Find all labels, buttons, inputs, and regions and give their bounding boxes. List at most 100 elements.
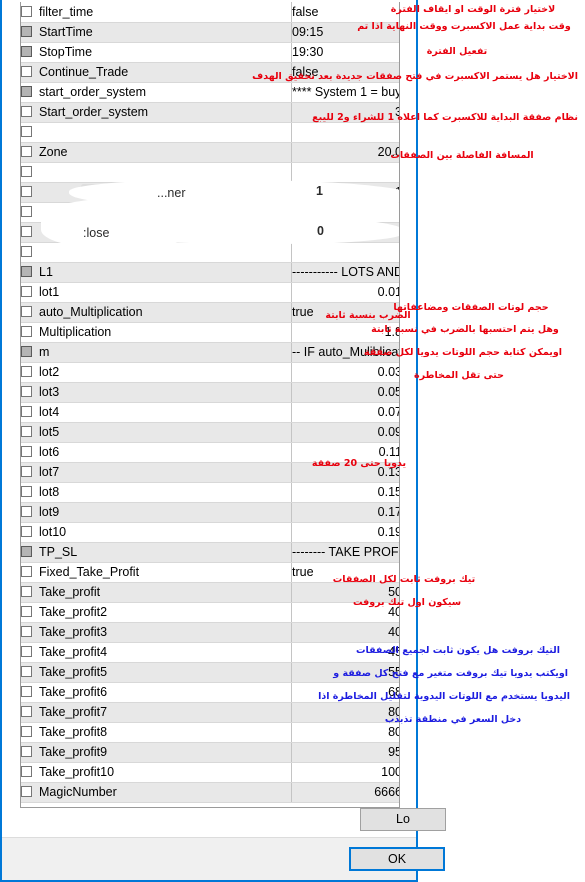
table-row[interactable]: start_order_system **** System 1 = buy , …	[21, 82, 399, 103]
table-row[interactable]: MagicNumber 6666	[21, 782, 399, 803]
checkbox-icon[interactable]	[21, 306, 32, 317]
checkbox-icon[interactable]	[21, 746, 32, 757]
checkbox-icon[interactable]	[21, 526, 32, 537]
table-row[interactable]: auto_Multiplication true	[21, 302, 399, 323]
checkbox-icon[interactable]	[21, 326, 32, 337]
table-row[interactable]: 0	[21, 222, 399, 243]
checkbox-icon[interactable]	[21, 686, 32, 697]
property-value-cell[interactable]: 40	[291, 622, 399, 643]
property-value-cell[interactable]: 6666	[291, 782, 399, 803]
checkbox-icon[interactable]	[21, 626, 32, 637]
property-value-cell[interactable]	[291, 122, 399, 143]
checkbox-icon[interactable]	[21, 446, 32, 457]
property-value-cell[interactable]: false	[291, 62, 399, 83]
table-row[interactable]: Take_profit10 100	[21, 762, 399, 783]
property-value-cell[interactable]: 100	[291, 762, 399, 783]
checkbox-icon[interactable]	[21, 726, 32, 737]
load-button[interactable]: Lo	[360, 808, 446, 831]
checkbox-icon[interactable]	[21, 466, 32, 477]
checkbox-icon[interactable]	[21, 606, 32, 617]
checkbox-icon[interactable]	[21, 286, 32, 297]
checkbox-icon[interactable]	[21, 346, 32, 357]
property-value-cell[interactable]	[291, 202, 399, 223]
property-value-cell[interactable]: 09:15	[291, 22, 399, 43]
property-value-cell[interactable]: 0.05	[291, 382, 399, 403]
property-value-cell[interactable]: true	[291, 302, 399, 323]
table-row[interactable]: lot7 0.13	[21, 462, 399, 483]
table-row[interactable]: Take_profit 50	[21, 582, 399, 603]
table-row[interactable]: TP_SL -------- TAKE PROFIT --------------	[21, 542, 399, 563]
property-value-cell[interactable]: false	[291, 2, 399, 23]
checkbox-icon[interactable]	[21, 586, 32, 597]
property-value-cell[interactable]: -- IF auto_Muliblication False --	[291, 342, 399, 363]
inputs-properties-panel[interactable]: filter_time false StartTime 09:15 StopTime 19…	[20, 2, 400, 808]
table-row[interactable]	[21, 162, 399, 183]
property-value-cell[interactable]: 0.13	[291, 462, 399, 483]
table-row[interactable]: Take_profit5 55	[21, 662, 399, 683]
table-row[interactable]: Take_profit3 40	[21, 622, 399, 643]
checkbox-icon[interactable]	[21, 166, 32, 177]
property-value-cell[interactable]: true	[291, 562, 399, 583]
property-value-cell[interactable]: 0	[291, 222, 399, 243]
checkbox-icon[interactable]	[21, 106, 32, 117]
table-row[interactable]: Take_profit7 80	[21, 702, 399, 723]
property-value-cell[interactable]: 3	[291, 102, 399, 123]
checkbox-icon[interactable]	[21, 706, 32, 717]
checkbox-icon[interactable]	[21, 146, 32, 157]
property-value-cell[interactable]: **** System 1 = buy , 2 = sell,	[291, 82, 399, 103]
checkbox-icon[interactable]	[21, 646, 32, 657]
property-value-cell[interactable]: 0.19	[291, 522, 399, 543]
checkbox-icon[interactable]	[21, 506, 32, 517]
property-value-cell[interactable]: 50	[291, 582, 399, 603]
checkbox-icon[interactable]	[21, 386, 32, 397]
table-row[interactable]: Take_profit9 95	[21, 742, 399, 763]
table-row[interactable]: Take_profit6 68	[21, 682, 399, 703]
property-value-cell[interactable]: 80	[291, 722, 399, 743]
table-row[interactable]: lot4 0.07	[21, 402, 399, 423]
checkbox-icon[interactable]	[21, 786, 32, 797]
property-value-cell[interactable]: 20.0	[291, 142, 399, 163]
checkbox-icon[interactable]	[21, 226, 32, 237]
table-row[interactable]: 1	[21, 182, 399, 203]
property-value-cell[interactable]: 0.11	[291, 442, 399, 463]
table-row[interactable]: Take_profit4 45	[21, 642, 399, 663]
table-row[interactable]: lot2 0.03	[21, 362, 399, 383]
property-value-cell[interactable]: -------- TAKE PROFIT --------------	[291, 542, 399, 563]
property-value-cell[interactable]: 0.01	[291, 282, 399, 303]
checkbox-icon[interactable]	[21, 766, 32, 777]
checkbox-icon[interactable]	[21, 86, 32, 97]
checkbox-icon[interactable]	[21, 546, 32, 557]
table-row[interactable]: lot6 0.11	[21, 442, 399, 463]
property-value-cell[interactable]: 0.09	[291, 422, 399, 443]
table-row[interactable]: m -- IF auto_Muliblication False --	[21, 342, 399, 363]
table-row[interactable]	[21, 202, 399, 223]
property-value-cell[interactable]: 80	[291, 702, 399, 723]
checkbox-icon[interactable]	[21, 246, 32, 257]
checkbox-icon[interactable]	[21, 566, 32, 577]
checkbox-icon[interactable]	[21, 26, 32, 37]
checkbox-icon[interactable]	[21, 66, 32, 77]
property-value-cell[interactable]: 40	[291, 602, 399, 623]
property-value-cell[interactable]: 0.03	[291, 362, 399, 383]
table-row[interactable]: Take_profit2 40	[21, 602, 399, 623]
checkbox-icon[interactable]	[21, 666, 32, 677]
property-value-cell[interactable]: 1	[291, 182, 399, 203]
table-row[interactable]: lot9 0.17	[21, 502, 399, 523]
property-value-cell[interactable]: 1.8	[291, 322, 399, 343]
table-row[interactable]: Continue_Trade false	[21, 62, 399, 83]
property-value-cell[interactable]: 0.17	[291, 502, 399, 523]
table-row[interactable]: Zone 20.0	[21, 142, 399, 163]
table-row[interactable]	[21, 122, 399, 143]
table-row[interactable]	[21, 242, 399, 263]
table-row[interactable]: lot5 0.09	[21, 422, 399, 443]
table-row[interactable]: filter_time false	[21, 2, 399, 23]
table-row[interactable]: Multiplication 1.8	[21, 322, 399, 343]
checkbox-icon[interactable]	[21, 366, 32, 377]
property-value-cell[interactable]: 68	[291, 682, 399, 703]
checkbox-icon[interactable]	[21, 5, 32, 17]
checkbox-icon[interactable]	[21, 126, 32, 137]
checkbox-icon[interactable]	[21, 406, 32, 417]
property-value-cell[interactable]	[291, 242, 399, 263]
table-row[interactable]: StopTime 19:30	[21, 42, 399, 63]
checkbox-icon[interactable]	[21, 426, 32, 437]
